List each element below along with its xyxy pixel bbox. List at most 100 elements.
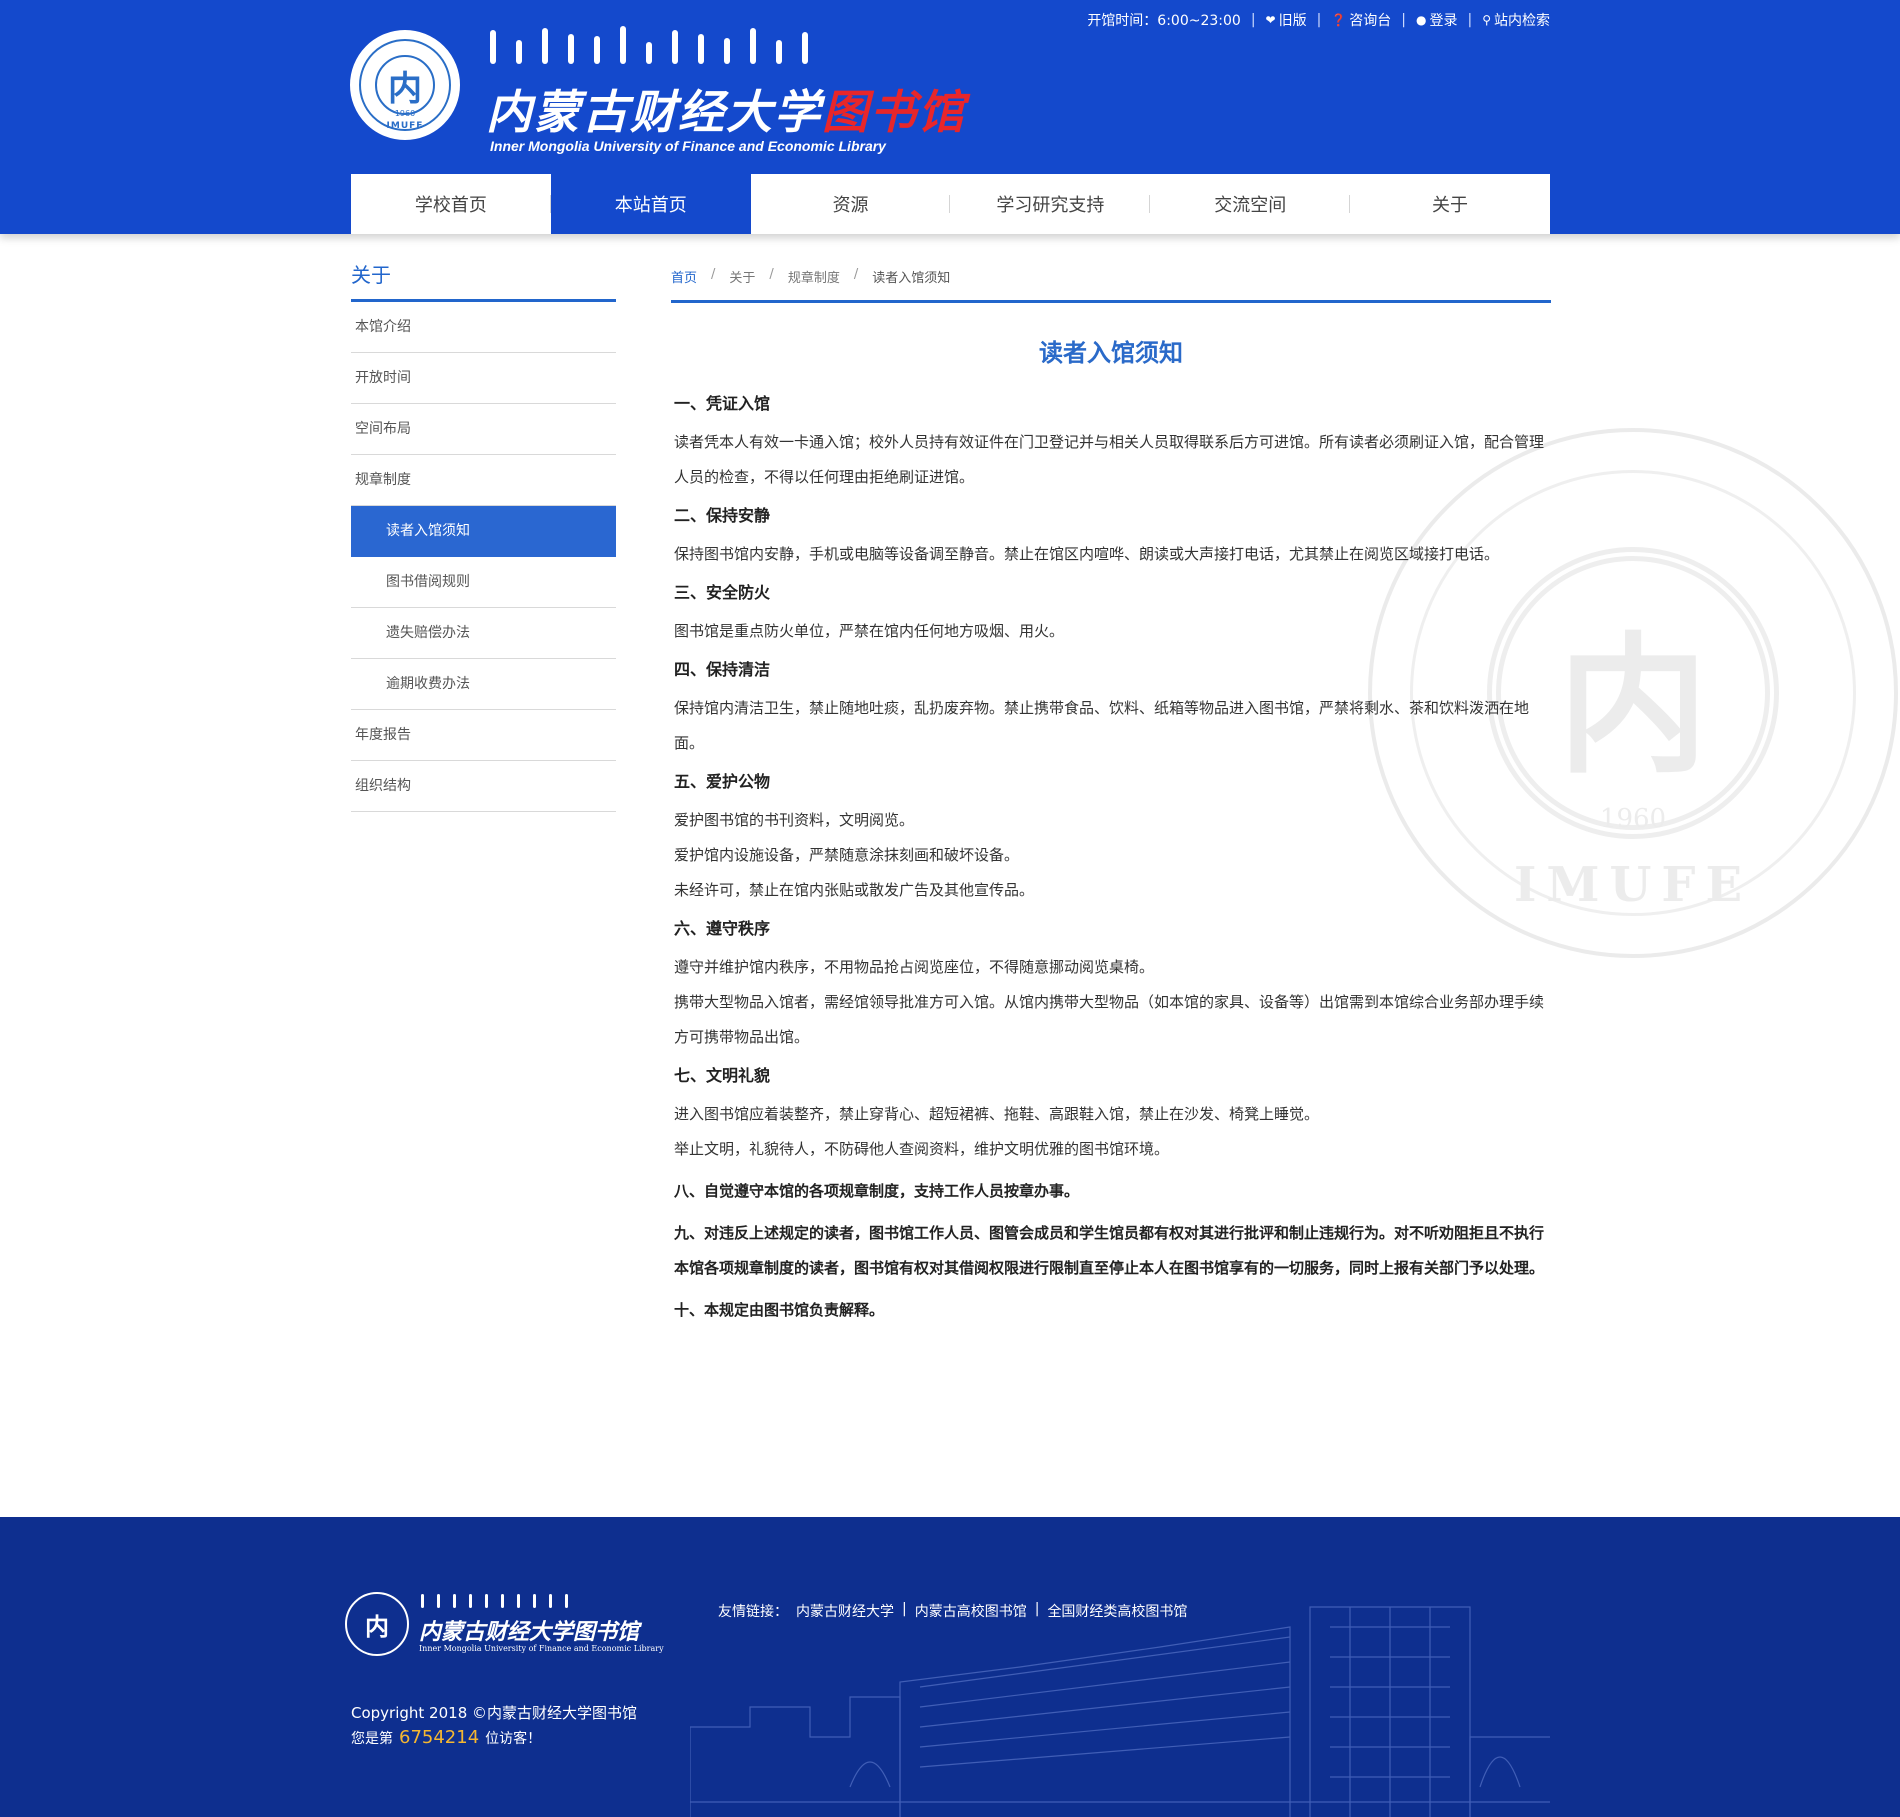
section-paragraph: 举止文明，礼貌待人，不防碍他人查阅资料，维护文明优雅的图书馆环境。 bbox=[674, 1140, 1170, 1158]
help-desk-link[interactable]: ❓ 咨询台 bbox=[1331, 10, 1391, 30]
article-section: 四、保持清洁 保持馆内清洁卫生，禁止随地吐痰，乱扔废弃物。禁止携带食品、饮料、纸… bbox=[674, 656, 1551, 761]
visitor-count: 6754214 bbox=[399, 1727, 480, 1748]
section-heading: 二、保持安静 bbox=[674, 506, 771, 525]
divider: | bbox=[1034, 1601, 1040, 1617]
footer-logo-subtitle: Inner Mongolia University of Finance and… bbox=[419, 1644, 664, 1653]
divider: | bbox=[1316, 12, 1322, 28]
section-paragraph: 读者凭本人有效一卡通入馆；校外人员持有效证件在门卫登记并与相关人员取得联系后方可… bbox=[674, 433, 1545, 486]
breadcrumb-regulations[interactable]: 规章制度 bbox=[788, 267, 840, 286]
section-heading: 一、凭证入馆 bbox=[674, 394, 771, 413]
footer-mongolian-script-icon bbox=[421, 1594, 568, 1608]
sidebar-item-opening-hours[interactable]: 开放时间 bbox=[351, 353, 616, 404]
section-paragraph: 图书馆是重点防火单位，严禁在馆内任何地方吸烟、用火。 bbox=[674, 622, 1065, 640]
breadcrumb-separator: / bbox=[853, 267, 859, 282]
divider: | bbox=[902, 1601, 907, 1617]
seal-char: 内 bbox=[375, 55, 435, 115]
top-utility-bar: 开馆时间：6:00~23:00 | ❤ 旧版 | ❓ 咨询台 | ● 登录 | … bbox=[1087, 10, 1550, 30]
sidebar-title: 关于 bbox=[351, 260, 616, 302]
main-content: 首页 / 关于 / 规章制度 / 读者入馆须知 读者入馆须知 一、凭证入馆 读者… bbox=[671, 260, 1551, 1335]
sidebar: 关于 本馆介绍 开放时间 空间布局 规章制度 读者入馆须知 图书借阅规则 遗失赔… bbox=[351, 260, 616, 812]
section-heading: 五、爱护公物 bbox=[674, 772, 771, 791]
section-paragraph: 保持图书馆内安静，手机或电脑等设备调至静音。禁止在馆区内喧哗、朗读或大声接打电话… bbox=[674, 545, 1500, 563]
main-nav: 学校首页 本站首页 资源 学习研究支持 交流空间 关于 bbox=[351, 174, 1550, 234]
friendly-links: 友情链接： 内蒙古财经大学 | 内蒙古高校图书馆 | 全国财经类高校图书馆 bbox=[718, 1601, 1187, 1621]
divider: | bbox=[1401, 12, 1406, 28]
closing-clause: 九、对违反上述规定的读者，图书馆工作人员、图管会成员和学生馆员都有权对其进行批评… bbox=[674, 1224, 1545, 1277]
site-footer: 内 内蒙古财经大学图书馆 Inner Mongolia University o… bbox=[0, 1517, 1900, 1817]
university-seal-icon: 内 1960 IMUFE bbox=[350, 30, 460, 140]
article-closing: 八、自觉遵守本馆的各项规章制度，支持工作人员按章办事。 bbox=[674, 1174, 1551, 1209]
closing-clause: 八、自觉遵守本馆的各项规章制度，支持工作人员按章办事。 bbox=[674, 1182, 1080, 1200]
article-body: 一、凭证入馆 读者凭本人有效一卡通入馆；校外人员持有效证件在门卫登记并与相关人员… bbox=[671, 390, 1551, 1328]
article-section: 三、安全防火 图书馆是重点防火单位，严禁在馆内任何地方吸烟、用火。 bbox=[674, 579, 1551, 649]
copyright: Copyright 2018 ©内蒙古财经大学图书馆 bbox=[351, 1704, 638, 1722]
sidebar-item-borrowing-rules[interactable]: 图书借阅规则 bbox=[351, 557, 616, 608]
breadcrumb-about[interactable]: 关于 bbox=[729, 267, 755, 286]
sidebar-item-loss-compensation[interactable]: 遗失赔偿办法 bbox=[351, 608, 616, 659]
visitor-suffix: 位访客！ bbox=[485, 1731, 542, 1747]
sidebar-item-organization[interactable]: 组织结构 bbox=[351, 761, 616, 812]
seal-year: 1960 bbox=[394, 109, 416, 118]
old-version-label: 旧版 bbox=[1278, 13, 1307, 29]
nav-item-community[interactable]: 交流空间 bbox=[1150, 174, 1350, 234]
breadcrumb-separator: / bbox=[711, 267, 716, 282]
mongolian-script-logo-icon bbox=[490, 20, 900, 64]
visitor-prefix: 您是第 bbox=[351, 1731, 393, 1747]
section-paragraph: 遵守并维护馆内秩序，不用物品抢占阅览座位，不得随意挪动阅览桌椅。 bbox=[674, 958, 1155, 976]
nav-item-about[interactable]: 关于 bbox=[1350, 174, 1550, 234]
site-search-label: 站内检索 bbox=[1494, 13, 1550, 29]
section-heading: 六、遵守秩序 bbox=[674, 919, 771, 938]
login-link[interactable]: ● 登录 bbox=[1416, 10, 1457, 30]
article-section: 一、凭证入馆 读者凭本人有效一卡通入馆；校外人员持有效证件在门卫登记并与相关人员… bbox=[674, 390, 1551, 495]
sidebar-item-regulations[interactable]: 规章制度 bbox=[351, 455, 616, 506]
sidebar-item-intro[interactable]: 本馆介绍 bbox=[351, 302, 616, 353]
site-search-link[interactable]: ⚲ 站内检索 bbox=[1482, 10, 1550, 30]
divider: | bbox=[1250, 12, 1256, 28]
breadcrumb-separator: / bbox=[769, 267, 774, 282]
nav-item-resources[interactable]: 资源 bbox=[751, 174, 951, 234]
friendly-links-prefix: 友情链接： bbox=[718, 1604, 788, 1620]
friendly-link-finance-libraries[interactable]: 全国财经类高校图书馆 bbox=[1047, 1601, 1187, 1621]
section-paragraph: 进入图书馆应着装整齐，禁止穿背心、超短裙裤、拖鞋、高跟鞋入馆，禁止在沙发、椅凳上… bbox=[674, 1105, 1320, 1123]
section-heading: 三、安全防火 bbox=[674, 583, 771, 602]
closing-clause: 十、本规定由图书馆负责解释。 bbox=[674, 1301, 885, 1319]
sidebar-item-overdue-fees[interactable]: 逾期收费办法 bbox=[351, 659, 616, 710]
old-version-link[interactable]: ❤ 旧版 bbox=[1266, 10, 1307, 30]
nav-item-school-home[interactable]: 学校首页 bbox=[351, 174, 551, 234]
page-title: 读者入馆须知 bbox=[1039, 339, 1183, 367]
campus-building-illustration-icon bbox=[690, 1606, 1550, 1817]
breadcrumb-current: 读者入馆须知 bbox=[872, 271, 951, 286]
nav-item-site-home[interactable]: 本站首页 bbox=[550, 174, 751, 234]
section-paragraph: 保持馆内清洁卫生，禁止随地吐痰，乱扔废弃物。禁止携带食品、饮料、纸箱等物品进入图… bbox=[674, 699, 1530, 752]
opening-hours: 开馆时间：6:00~23:00 bbox=[1087, 13, 1241, 29]
site-logo[interactable]: 内 1960 IMUFE 内蒙古财经大学图书馆 Inner Mongolia U… bbox=[350, 20, 964, 160]
logo-title: 内蒙古财经大学图书馆 bbox=[486, 76, 966, 142]
section-heading: 七、文明礼貌 bbox=[674, 1066, 771, 1085]
sidebar-item-annual-report[interactable]: 年度报告 bbox=[351, 710, 616, 761]
sidebar-item-layout[interactable]: 空间布局 bbox=[351, 404, 616, 455]
article-closing: 十、本规定由图书馆负责解释。 bbox=[674, 1293, 1551, 1328]
article-section: 七、文明礼貌 进入图书馆应着装整齐，禁止穿背心、超短裙裤、拖鞋、高跟鞋入馆，禁止… bbox=[674, 1062, 1551, 1167]
heart-icon: ❤ bbox=[1265, 13, 1276, 27]
breadcrumb-home[interactable]: 首页 bbox=[671, 267, 697, 286]
logo-title-university: 内蒙古财经大学 bbox=[486, 85, 822, 139]
logo-subtitle: Inner Mongolia University of Finance and… bbox=[490, 138, 886, 154]
search-icon: ⚲ bbox=[1482, 13, 1491, 27]
logo-title-library: 图书馆 bbox=[822, 85, 966, 139]
help-desk-label: 咨询台 bbox=[1349, 13, 1392, 29]
login-label: 登录 bbox=[1429, 13, 1458, 29]
footer-logo[interactable]: 内 内蒙古财经大学图书馆 Inner Mongolia University o… bbox=[345, 1592, 664, 1664]
friendly-link-imu-libraries[interactable]: 内蒙古高校图书馆 bbox=[915, 1601, 1027, 1621]
seal-abbr: IMUFE bbox=[386, 121, 424, 131]
friendly-link-university[interactable]: 内蒙古财经大学 bbox=[796, 1601, 894, 1621]
question-icon: ❓ bbox=[1331, 13, 1347, 27]
footer-seal-icon: 内 bbox=[345, 1592, 409, 1656]
breadcrumb: 首页 / 关于 / 规章制度 / 读者入馆须知 bbox=[671, 260, 1551, 303]
article-section: 六、遵守秩序 遵守并维护馆内秩序，不用物品抢占阅览座位，不得随意挪动阅览桌椅。 … bbox=[674, 915, 1551, 1055]
section-heading: 四、保持清洁 bbox=[674, 660, 771, 679]
section-paragraph: 爱护馆内设施设备，严禁随意涂抹刻画和破坏设备。 bbox=[674, 846, 1020, 864]
nav-item-research-support[interactable]: 学习研究支持 bbox=[950, 174, 1151, 234]
section-paragraph: 携带大型物品入馆者，需经馆领导批准方可入馆。从馆内携带大型物品（如本馆的家具、设… bbox=[674, 993, 1545, 1046]
visitor-counter: 您是第 6754214 位访客！ bbox=[351, 1727, 541, 1748]
sidebar-item-reader-notice[interactable]: 读者入馆须知 bbox=[351, 506, 616, 557]
